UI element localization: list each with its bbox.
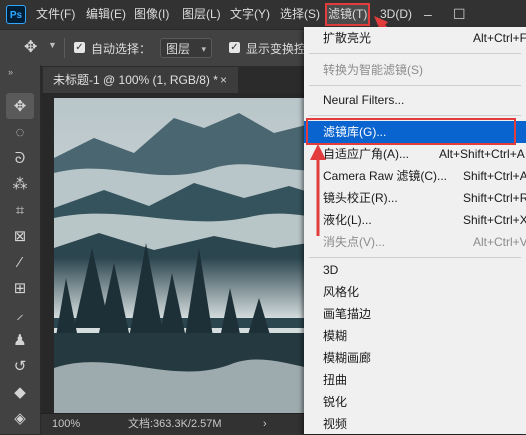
show-transform-label: 显示变换控 <box>246 42 307 56</box>
menu-item-convert-smart-filters: 转换为智能滤镜(S) <box>304 59 526 81</box>
menu-item-brush-strokes[interactable]: 画笔描边 <box>304 303 526 325</box>
menu-image[interactable]: 图像(I) <box>134 0 169 29</box>
menu-item-neural-filters[interactable]: Neural Filters... <box>304 89 526 111</box>
healing-brush-tool-icon[interactable]: ⊞ <box>6 275 34 301</box>
menu-item-label: 风格化 <box>323 285 360 299</box>
maximize-icon[interactable]: ☐ <box>453 0 466 29</box>
crop-tool-icon[interactable]: ⌗ <box>6 197 34 223</box>
misty-forest-photo <box>54 98 344 413</box>
lasso-tool-icon[interactable]: ᘐ <box>6 145 34 171</box>
menu-item-label: 锐化 <box>323 395 348 409</box>
menu-item-label: Neural Filters... <box>323 93 405 107</box>
menu-separator <box>309 115 521 116</box>
tools-panel: » ✥ ◌ ᘐ ⁂ ⌗ ⊠ ⁄ ⊞ ⸝ ♟ ↺ ◆ ◈ <box>0 65 41 434</box>
canvas-image <box>54 98 344 413</box>
menu-type[interactable]: 文字(Y) <box>230 0 270 29</box>
menu-item-distort[interactable]: 扭曲 <box>304 369 526 391</box>
menu-item-3d[interactable]: 3D <box>304 259 526 281</box>
status-arrow-icon[interactable]: › <box>263 414 267 434</box>
eraser-tool-icon[interactable]: ◆ <box>6 379 34 405</box>
menu-item-label: 扩散亮光 <box>323 31 372 45</box>
auto-select-value: 图层 <box>166 42 191 56</box>
collapse-panel-icon[interactable]: » <box>8 67 13 77</box>
menu-separator <box>309 257 521 258</box>
auto-select-checkbox[interactable]: ✓ <box>74 42 85 53</box>
document-info[interactable]: 文档:363.3K/2.57M <box>128 414 222 434</box>
document-tab[interactable]: 未标题-1 @ 100% (1, RGB/8) * × <box>43 67 238 93</box>
separator <box>64 38 65 58</box>
menu-item-label: 自适应广角(A)... <box>323 147 409 161</box>
menu-separator <box>309 85 521 86</box>
menu-file[interactable]: 文件(F) <box>36 0 75 29</box>
menu-item-shortcut: Alt+Ctrl+V <box>473 235 526 249</box>
menu-item-liquify[interactable]: 液化(L)... Shift+Ctrl+X <box>304 209 526 231</box>
menu-item-label: 视频 <box>323 417 348 431</box>
menu-filter[interactable]: 滤镜(T) <box>325 3 371 26</box>
zoom-level[interactable]: 100% <box>52 414 80 434</box>
menu-item-shortcut: Shift+Ctrl+A <box>463 169 526 183</box>
menu-item-shortcut: Shift+Ctrl+R <box>463 191 526 205</box>
menu-item-shortcut: Alt+Ctrl+F <box>473 31 526 45</box>
menu-edit[interactable]: 编辑(E) <box>86 0 126 29</box>
menu-item-adaptive-wide-angle[interactable]: 自适应广角(A)... Alt+Shift+Ctrl+A <box>304 143 526 165</box>
auto-select-dropdown[interactable]: 图层 ▾ <box>160 38 212 58</box>
chevron-down-icon: ▾ <box>201 44 206 54</box>
menu-item-label: 镜头校正(R)... <box>323 191 398 205</box>
menu-item-filter-gallery[interactable]: 滤镜库(G)... <box>304 121 526 143</box>
history-brush-tool-icon[interactable]: ↺ <box>6 353 34 379</box>
menu-item-label: 扭曲 <box>323 373 348 387</box>
filter-menu: 扩散亮光 Alt+Ctrl+F 转换为智能滤镜(S) Neural Filter… <box>304 27 526 434</box>
paint-bucket-tool-icon[interactable]: ◈ <box>6 405 34 431</box>
brush-tool-icon[interactable]: ⸝ <box>6 301 34 327</box>
menu-item-label: 转换为智能滤镜(S) <box>323 63 423 77</box>
menu-layer[interactable]: 图层(L) <box>182 0 221 29</box>
menu-item-lens-correction[interactable]: 镜头校正(R)... Shift+Ctrl+R <box>304 187 526 209</box>
annotation-arrow-bottom <box>310 144 326 236</box>
quick-select-tool-icon[interactable]: ⁂ <box>6 171 34 197</box>
menu-item-label: 画笔描边 <box>323 307 372 321</box>
menu-item-sharpen[interactable]: 锐化 <box>304 391 526 413</box>
photoshop-logo-icon: Ps <box>6 5 26 24</box>
menu-item-stylize[interactable]: 风格化 <box>304 281 526 303</box>
menu-select[interactable]: 选择(S) <box>280 0 320 29</box>
show-transform-checkbox[interactable]: ✓ <box>229 42 240 53</box>
menu-item-camera-raw[interactable]: Camera Raw 滤镜(C)... Shift+Ctrl+A <box>304 165 526 187</box>
menu-item-blur[interactable]: 模糊 <box>304 325 526 347</box>
chevron-down-icon[interactable]: ▼ <box>48 40 57 50</box>
menu-item-label: Camera Raw 滤镜(C)... <box>323 169 448 183</box>
move-tool-icon[interactable]: ✥ <box>24 37 37 57</box>
menu-item-shortcut: Shift+Ctrl+X <box>463 213 526 227</box>
clone-stamp-tool-icon[interactable]: ♟ <box>6 327 34 353</box>
menu-separator <box>309 53 521 54</box>
menu-item-blur-gallery[interactable]: 模糊画廊 <box>304 347 526 369</box>
menu-item-label: 模糊 <box>323 329 348 343</box>
frame-tool-icon[interactable]: ⊠ <box>6 223 34 249</box>
menu-item-shortcut: Alt+Shift+Ctrl+A <box>439 147 525 161</box>
move-tool-icon[interactable]: ✥ <box>6 93 34 119</box>
auto-select-label: 自动选择： <box>91 42 152 56</box>
menu-item-video[interactable]: 视频 <box>304 413 526 435</box>
menu-item-label: 3D <box>323 263 339 277</box>
menu-bar: Ps 文件(F) 编辑(E) 图像(I) 图层(L) 文字(Y) 选择(S) 滤… <box>0 0 526 29</box>
document-tab-title: 未标题-1 @ 100% (1, RGB/8) * <box>53 73 218 87</box>
menu-item-label: 模糊画廊 <box>323 351 372 365</box>
close-icon[interactable]: × <box>220 67 227 93</box>
menu-item-vanishing-point: 消失点(V)... Alt+Ctrl+V <box>304 231 526 253</box>
marquee-tool-icon[interactable]: ◌ <box>6 119 34 145</box>
eyedropper-tool-icon[interactable]: ⁄ <box>6 249 34 275</box>
menu-item-diffuse-glow[interactable]: 扩散亮光 Alt+Ctrl+F <box>304 27 526 49</box>
